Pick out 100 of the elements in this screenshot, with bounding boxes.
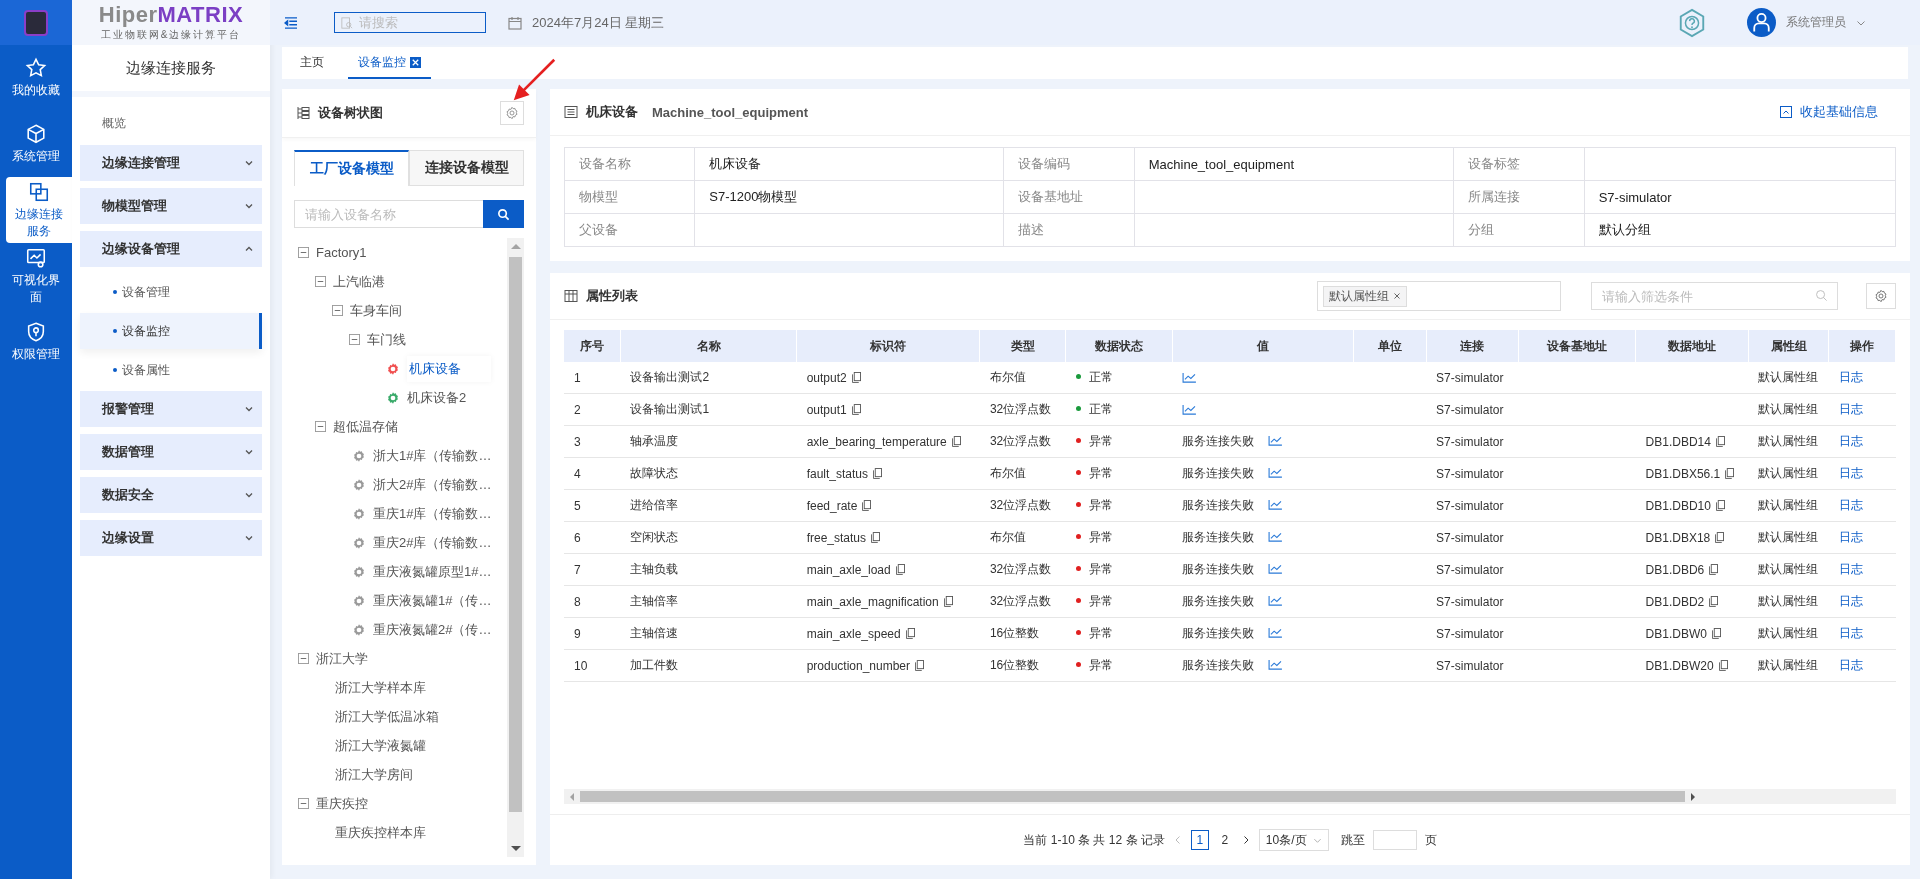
line-chart-icon[interactable] (1268, 467, 1284, 478)
copy-icon[interactable] (1709, 595, 1719, 607)
scrollbar[interactable] (507, 238, 524, 857)
rail-nav-item[interactable]: 我的收藏 (0, 45, 72, 111)
tree-node[interactable]: 重庆疾控样本库 (335, 821, 426, 844)
close-icon[interactable] (1393, 292, 1401, 300)
sidebar-group[interactable]: 数据安全 (80, 477, 262, 513)
log-link[interactable]: 日志 (1838, 626, 1863, 640)
scrollbar[interactable] (564, 789, 1896, 804)
tree-node[interactable]: 车门线 (367, 330, 406, 349)
copy-icon[interactable] (1709, 563, 1719, 575)
close-icon[interactable] (410, 56, 421, 68)
line-chart-icon[interactable] (1268, 499, 1284, 510)
collapse-toggle-icon[interactable] (332, 305, 343, 316)
copy-icon[interactable] (1715, 499, 1725, 511)
copy-icon[interactable] (1711, 627, 1721, 639)
tree-node[interactable]: Factory1 (316, 245, 367, 260)
page-number[interactable]: 2 (1216, 831, 1233, 849)
tree-node[interactable]: 上汽临港 (333, 272, 385, 291)
user-name[interactable]: 系统管理员 (1786, 14, 1846, 31)
collapse-toggle-icon[interactable] (298, 247, 309, 258)
tree-node[interactable]: 重庆液氮罐原型1#… (373, 560, 492, 583)
tree-node[interactable]: 重庆2#库（传输数… (373, 531, 492, 554)
tree-node[interactable]: 机床设备 (407, 355, 491, 382)
page-size-select[interactable]: 10条/页 (1258, 829, 1329, 851)
log-link[interactable]: 日志 (1838, 370, 1863, 384)
log-link[interactable]: 日志 (1838, 402, 1863, 416)
sidebar-group[interactable]: 报警管理 (80, 391, 262, 427)
tree-node[interactable]: 浙江大学房间 (335, 763, 413, 786)
group-select[interactable]: 默认属性组 (1317, 281, 1561, 311)
sidebar-subitem[interactable]: 设备管理 (80, 274, 262, 310)
rail-nav-item[interactable]: 可视化界面 (0, 243, 72, 309)
sidebar-subitem[interactable]: 设备监控 (80, 313, 262, 349)
sidebar-subitem[interactable]: 设备属性 (80, 352, 262, 388)
tree-node[interactable]: 重庆液氮罐2#（传… (373, 618, 492, 641)
copy-icon[interactable] (905, 627, 915, 639)
copy-icon[interactable] (951, 435, 961, 447)
device-search-field[interactable]: 请输入设备名称 (294, 200, 483, 228)
sidebar-group[interactable]: 物模型管理 (80, 188, 262, 224)
copy-icon[interactable] (1718, 659, 1728, 671)
tree-node[interactable]: 重庆疾控 (316, 794, 368, 813)
line-chart-icon[interactable] (1268, 595, 1284, 606)
collapse-toggle-icon[interactable] (315, 421, 326, 432)
page-jump-field[interactable] (1372, 830, 1417, 850)
collapse-toggle-icon[interactable] (298, 653, 309, 664)
settings-button[interactable] (1866, 283, 1896, 309)
line-chart-icon[interactable] (1182, 403, 1198, 415)
page-number[interactable]: 1 (1190, 830, 1209, 850)
tree-node[interactable]: 机床设备2 (407, 386, 467, 409)
copy-icon[interactable] (862, 499, 872, 511)
avatar-icon[interactable] (1747, 8, 1776, 37)
log-link[interactable]: 日志 (1838, 498, 1863, 512)
line-chart-icon[interactable] (1182, 371, 1198, 383)
sidebar-group[interactable]: 边缘设置 (80, 520, 262, 556)
menu-icon[interactable] (284, 16, 298, 29)
page-tab[interactable]: 设备监控 (348, 47, 431, 79)
log-link[interactable]: 日志 (1838, 658, 1863, 672)
sidebar-link[interactable]: 概览 (80, 105, 262, 141)
log-link[interactable]: 日志 (1838, 594, 1863, 608)
tree-node[interactable]: 浙江大学液氮罐 (335, 734, 426, 757)
collapse-toggle-icon[interactable] (315, 276, 326, 287)
tree-node[interactable]: 浙江大学样本库 (335, 676, 426, 699)
filter-field[interactable]: 请输入筛选条件 (1591, 282, 1838, 310)
tree-node[interactable]: 重庆液氮罐1#（传… (373, 589, 492, 612)
line-chart-icon[interactable] (1268, 531, 1284, 542)
help-icon[interactable] (1677, 7, 1707, 38)
line-chart-icon[interactable] (1268, 659, 1284, 670)
log-link[interactable]: 日志 (1838, 466, 1863, 480)
tree-node[interactable]: 浙大2#库（传输数… (373, 473, 492, 496)
sidebar-group[interactable]: 数据管理 (80, 434, 262, 470)
sidebar-group[interactable]: 边缘设备管理 (80, 231, 262, 267)
line-chart-icon[interactable] (1268, 627, 1284, 638)
tree-node[interactable]: 浙江大学 (316, 649, 368, 668)
tree-node[interactable]: 重庆1#库（传输数… (373, 502, 492, 525)
model-tab[interactable]: 工厂设备模型 (294, 150, 409, 186)
copy-icon[interactable] (873, 467, 882, 479)
collapse-toggle-icon[interactable] (298, 798, 309, 809)
collapse-toggle-icon[interactable] (349, 334, 360, 345)
copy-icon[interactable] (851, 371, 861, 383)
tree-node[interactable]: 浙大1#库（传输数… (373, 444, 492, 467)
copy-icon[interactable] (1715, 435, 1725, 447)
line-chart-icon[interactable] (1268, 563, 1284, 574)
rail-nav-item[interactable]: 系统管理 (0, 111, 72, 177)
rail-nav-item[interactable]: 边缘连接服务 (6, 177, 72, 243)
model-tab[interactable]: 连接设备模型 (409, 150, 524, 186)
line-chart-icon[interactable] (1268, 435, 1284, 446)
log-link[interactable]: 日志 (1838, 530, 1863, 544)
copy-icon[interactable] (943, 595, 953, 607)
tree-node[interactable]: 车身车间 (350, 301, 402, 320)
copy-icon[interactable] (851, 403, 861, 415)
copy-icon[interactable] (871, 531, 880, 543)
search-button[interactable] (483, 200, 524, 228)
copy-icon[interactable] (915, 659, 925, 671)
collapse-info-link[interactable]: 收起基础信息 (1780, 103, 1878, 121)
log-link[interactable]: 日志 (1838, 562, 1863, 576)
tree-node[interactable]: 浙江大学低温冰箱 (335, 705, 439, 728)
sidebar-group[interactable]: 边缘连接管理 (80, 145, 262, 181)
tree-node[interactable]: 超低温存储 (333, 417, 398, 436)
copy-icon[interactable] (1715, 531, 1725, 543)
rail-nav-item[interactable]: 权限管理 (0, 309, 72, 375)
